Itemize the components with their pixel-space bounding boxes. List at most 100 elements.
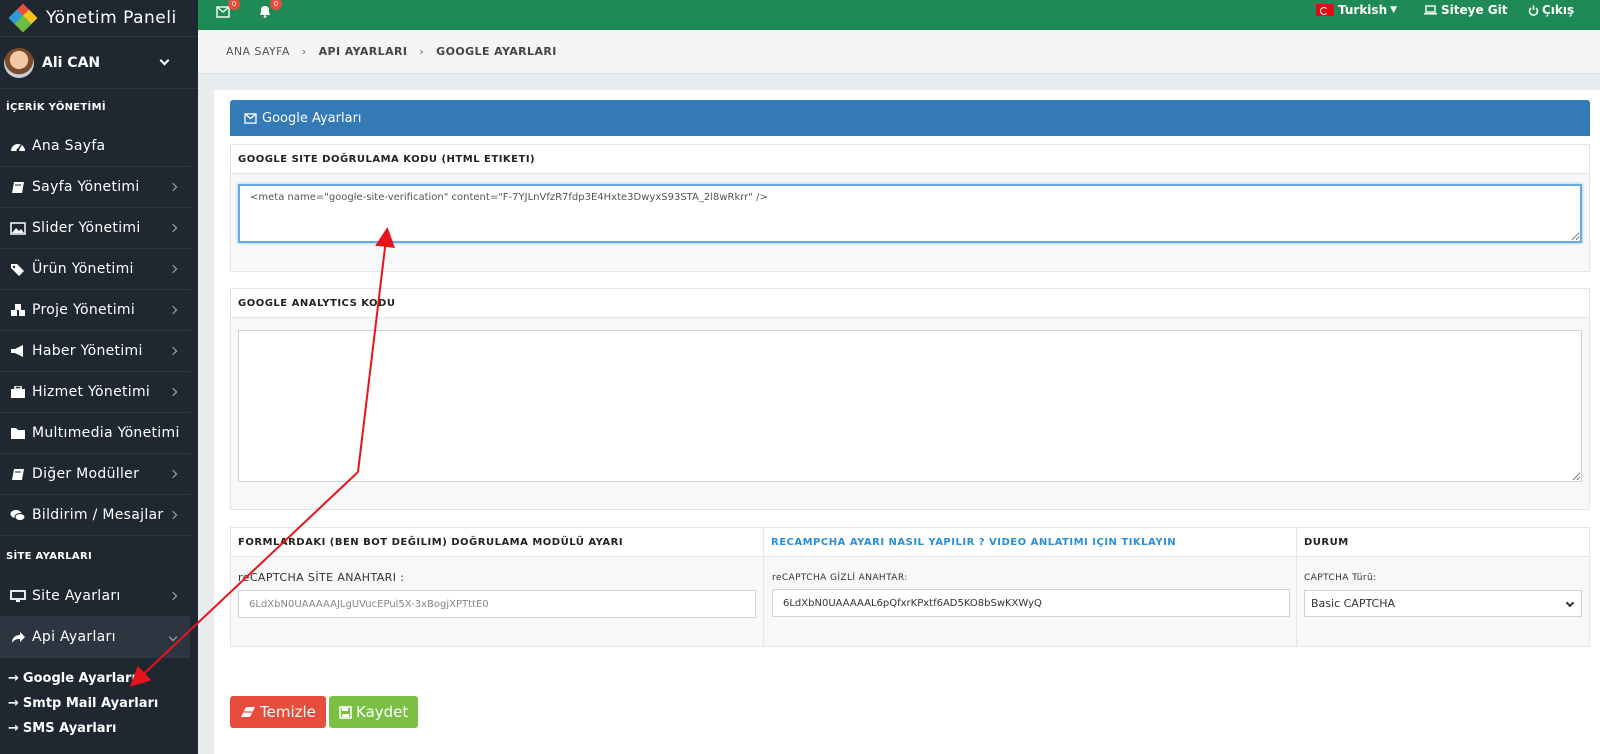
sidebar-subitem-smtp[interactable]: → Smtp Mail Ayarları <box>0 691 198 716</box>
sidebar-item-label: Multımedia Yönetimi <box>32 425 180 441</box>
topbar: 0 0 Turkish ▼ Siteye Git Çıkış <box>198 0 1600 30</box>
main-card: Google Ayarları GOOGLE SITE DOĞRULAMA KO… <box>214 90 1600 754</box>
arrow-right-icon: → <box>8 696 19 711</box>
chevron-right-icon <box>168 264 178 274</box>
analytics-code-textarea[interactable] <box>238 330 1582 482</box>
share-icon <box>12 631 25 643</box>
captcha-type-label: CAPTCHA Türü: <box>1304 573 1377 583</box>
envelope-icon <box>244 112 257 124</box>
sidebar-subitem-label: Smtp Mail Ayarları <box>22 696 159 711</box>
clear-button[interactable]: Temizle <box>230 696 326 728</box>
turkey-flag-icon <box>1316 4 1334 16</box>
breadcrumb: ANA SAYFA › API AYARLARI › GOOGLE AYARLA… <box>198 30 1600 74</box>
arrow-right-icon: → <box>8 721 19 736</box>
sidebar-item-label: Api Ayarları <box>32 629 116 645</box>
clear-button-label: Temizle <box>260 703 316 721</box>
chevron-right-icon <box>168 182 178 192</box>
bell-badge: 0 <box>270 0 282 10</box>
folder-icon <box>11 427 25 439</box>
site-key-label: reCAPTCHA SİTE ANAHTARI : <box>238 571 405 584</box>
sidebar-item-label: Diğer Modüller <box>32 466 140 482</box>
analytics-title: GOOGLE ANALYTICS KODU <box>231 289 1589 318</box>
logout-label: Çıkış <box>1542 3 1575 17</box>
sidebar-item-notifications[interactable]: Bildirim / Mesajlar <box>0 495 190 536</box>
briefcase-icon <box>11 385 25 398</box>
sidebar-item-label: Proje Yönetimi <box>32 302 136 318</box>
dashboard-icon <box>11 143 25 151</box>
sidebar-item-news[interactable]: Haber Yönetimi <box>0 331 190 372</box>
logout-link[interactable]: Çıkış <box>1528 3 1574 17</box>
captcha-col2: RECAMPCHA AYARI NASIL YAPILIR ? VIDEO AN… <box>763 527 1297 647</box>
brand[interactable]: Yönetim Paneli <box>0 0 198 37</box>
brand-title: Yönetim Paneli <box>46 8 177 28</box>
sidebar-item-other-modules[interactable]: Diğer Modüller <box>0 454 190 495</box>
sidebar-item-site-settings[interactable]: Site Ayarları <box>0 576 190 617</box>
section-content-title: İÇERİK YÖNETİMİ <box>6 102 106 113</box>
breadcrumb-home[interactable]: ANA SAYFA <box>226 45 290 58</box>
sidebar-item-projects[interactable]: Proje Yönetimi <box>0 290 190 331</box>
sidebar-subitem-sms[interactable]: → SMS Ayarları <box>0 716 198 741</box>
site-link[interactable]: Siteye Git <box>1424 3 1507 17</box>
save-icon <box>339 705 352 719</box>
sidebar-item-api-settings[interactable]: Api Ayarları <box>0 617 190 658</box>
notifications-button[interactable]: 0 <box>258 0 282 20</box>
mail-button[interactable]: 0 <box>216 0 240 20</box>
captcha-col3-title: DURUM <box>1297 528 1589 557</box>
book-icon <box>12 468 24 480</box>
chevron-down-icon <box>168 632 178 642</box>
sidebar-item-slider[interactable]: Slider Yönetimi <box>0 208 190 249</box>
chevron-right-icon <box>168 510 178 520</box>
cubes-icon <box>11 303 25 316</box>
section-site-title: SİTE AYARLARI <box>6 550 92 562</box>
sidebar-item-home[interactable]: Ana Sayfa <box>0 126 190 167</box>
chevron-right-icon <box>168 591 178 601</box>
panel-title: Google Ayarları <box>262 110 362 126</box>
laptop-icon <box>1424 5 1437 15</box>
sidebar-item-label: Ürün Yönetimi <box>32 261 134 277</box>
language-label: Turkish <box>1338 3 1388 17</box>
breadcrumb-separator-icon: › <box>419 45 425 58</box>
site-key-input[interactable]: 6LdXbN0UAAAAAJLgUVucEPul5X-3xBogjXPTttE0 <box>238 590 756 618</box>
captcha-col1-title: FORMLARDAKI (BEN BOT DEĞILIM) DOĞRULAMA … <box>231 528 763 557</box>
captcha-col1: FORMLARDAKI (BEN BOT DEĞILIM) DOĞRULAMA … <box>230 527 764 647</box>
avatar <box>4 47 34 78</box>
save-button-label: Kaydet <box>356 703 409 721</box>
secret-key-label: reCAPTCHA GİZLİ ANAHTAR: <box>772 573 908 583</box>
desktop-icon <box>10 589 26 602</box>
caret-down-icon: ▼ <box>1390 5 1398 15</box>
sidebar-item-pages[interactable]: Sayfa Yönetimi <box>0 167 190 208</box>
sidebar-item-products[interactable]: Ürün Yönetimi <box>0 249 190 290</box>
user-menu[interactable]: Ali CAN <box>0 37 198 89</box>
breadcrumb-separator-icon: › <box>301 45 307 58</box>
sidebar-item-services[interactable]: Hizmet Yönetimi <box>0 372 190 413</box>
image-icon <box>10 221 26 235</box>
captcha-type-select[interactable]: Basic CAPTCHA <box>1304 590 1582 617</box>
chevron-right-icon <box>168 346 178 356</box>
panel-header: Google Ayarları <box>230 100 1590 136</box>
sidebar-subitem-label: Google Ayarları <box>22 671 136 686</box>
save-button[interactable]: Kaydet <box>329 696 419 728</box>
secret-key-input[interactable]: 6LdXbN0UAAAAAL6pQfxrKPxtf6AD5KO8bSwKXWyQ <box>772 589 1290 617</box>
sidebar-subitem-label: SMS Ayarları <box>22 721 117 736</box>
chevron-down-icon <box>1565 598 1575 608</box>
chevron-right-icon <box>168 387 178 397</box>
sidebar-item-multimedia[interactable]: Multımedia Yönetimi <box>0 413 190 454</box>
verification-code-textarea[interactable] <box>238 184 1582 243</box>
envelope-icon <box>216 6 230 18</box>
mail-badge: 0 <box>228 0 240 10</box>
arrow-right-icon: → <box>8 671 19 686</box>
chevron-down-icon <box>159 55 170 66</box>
recaptcha-video-link[interactable]: RECAMPCHA AYARI NASIL YAPILIR ? VIDEO AN… <box>764 528 1296 557</box>
sidebar-item-label: Ana Sayfa <box>32 138 106 154</box>
sidebar-item-label: Bildirim / Mesajlar <box>32 507 164 523</box>
sidebar-item-label: Hizmet Yönetimi <box>32 384 151 400</box>
tags-icon <box>11 263 24 276</box>
breadcrumb-current: GOOGLE AYARLARI <box>436 45 557 58</box>
sidebar-item-label: Slider Yönetimi <box>32 220 141 236</box>
sidebar-item-label: Site Ayarları <box>32 588 121 604</box>
breadcrumb-level1[interactable]: API AYARLARI <box>319 45 408 58</box>
language-dropdown[interactable]: Turkish ▼ <box>1316 3 1397 17</box>
bullhorn-icon <box>11 344 23 357</box>
sidebar-subitem-google[interactable]: → Google Ayarları <box>0 666 198 691</box>
chevron-right-icon <box>168 469 178 479</box>
